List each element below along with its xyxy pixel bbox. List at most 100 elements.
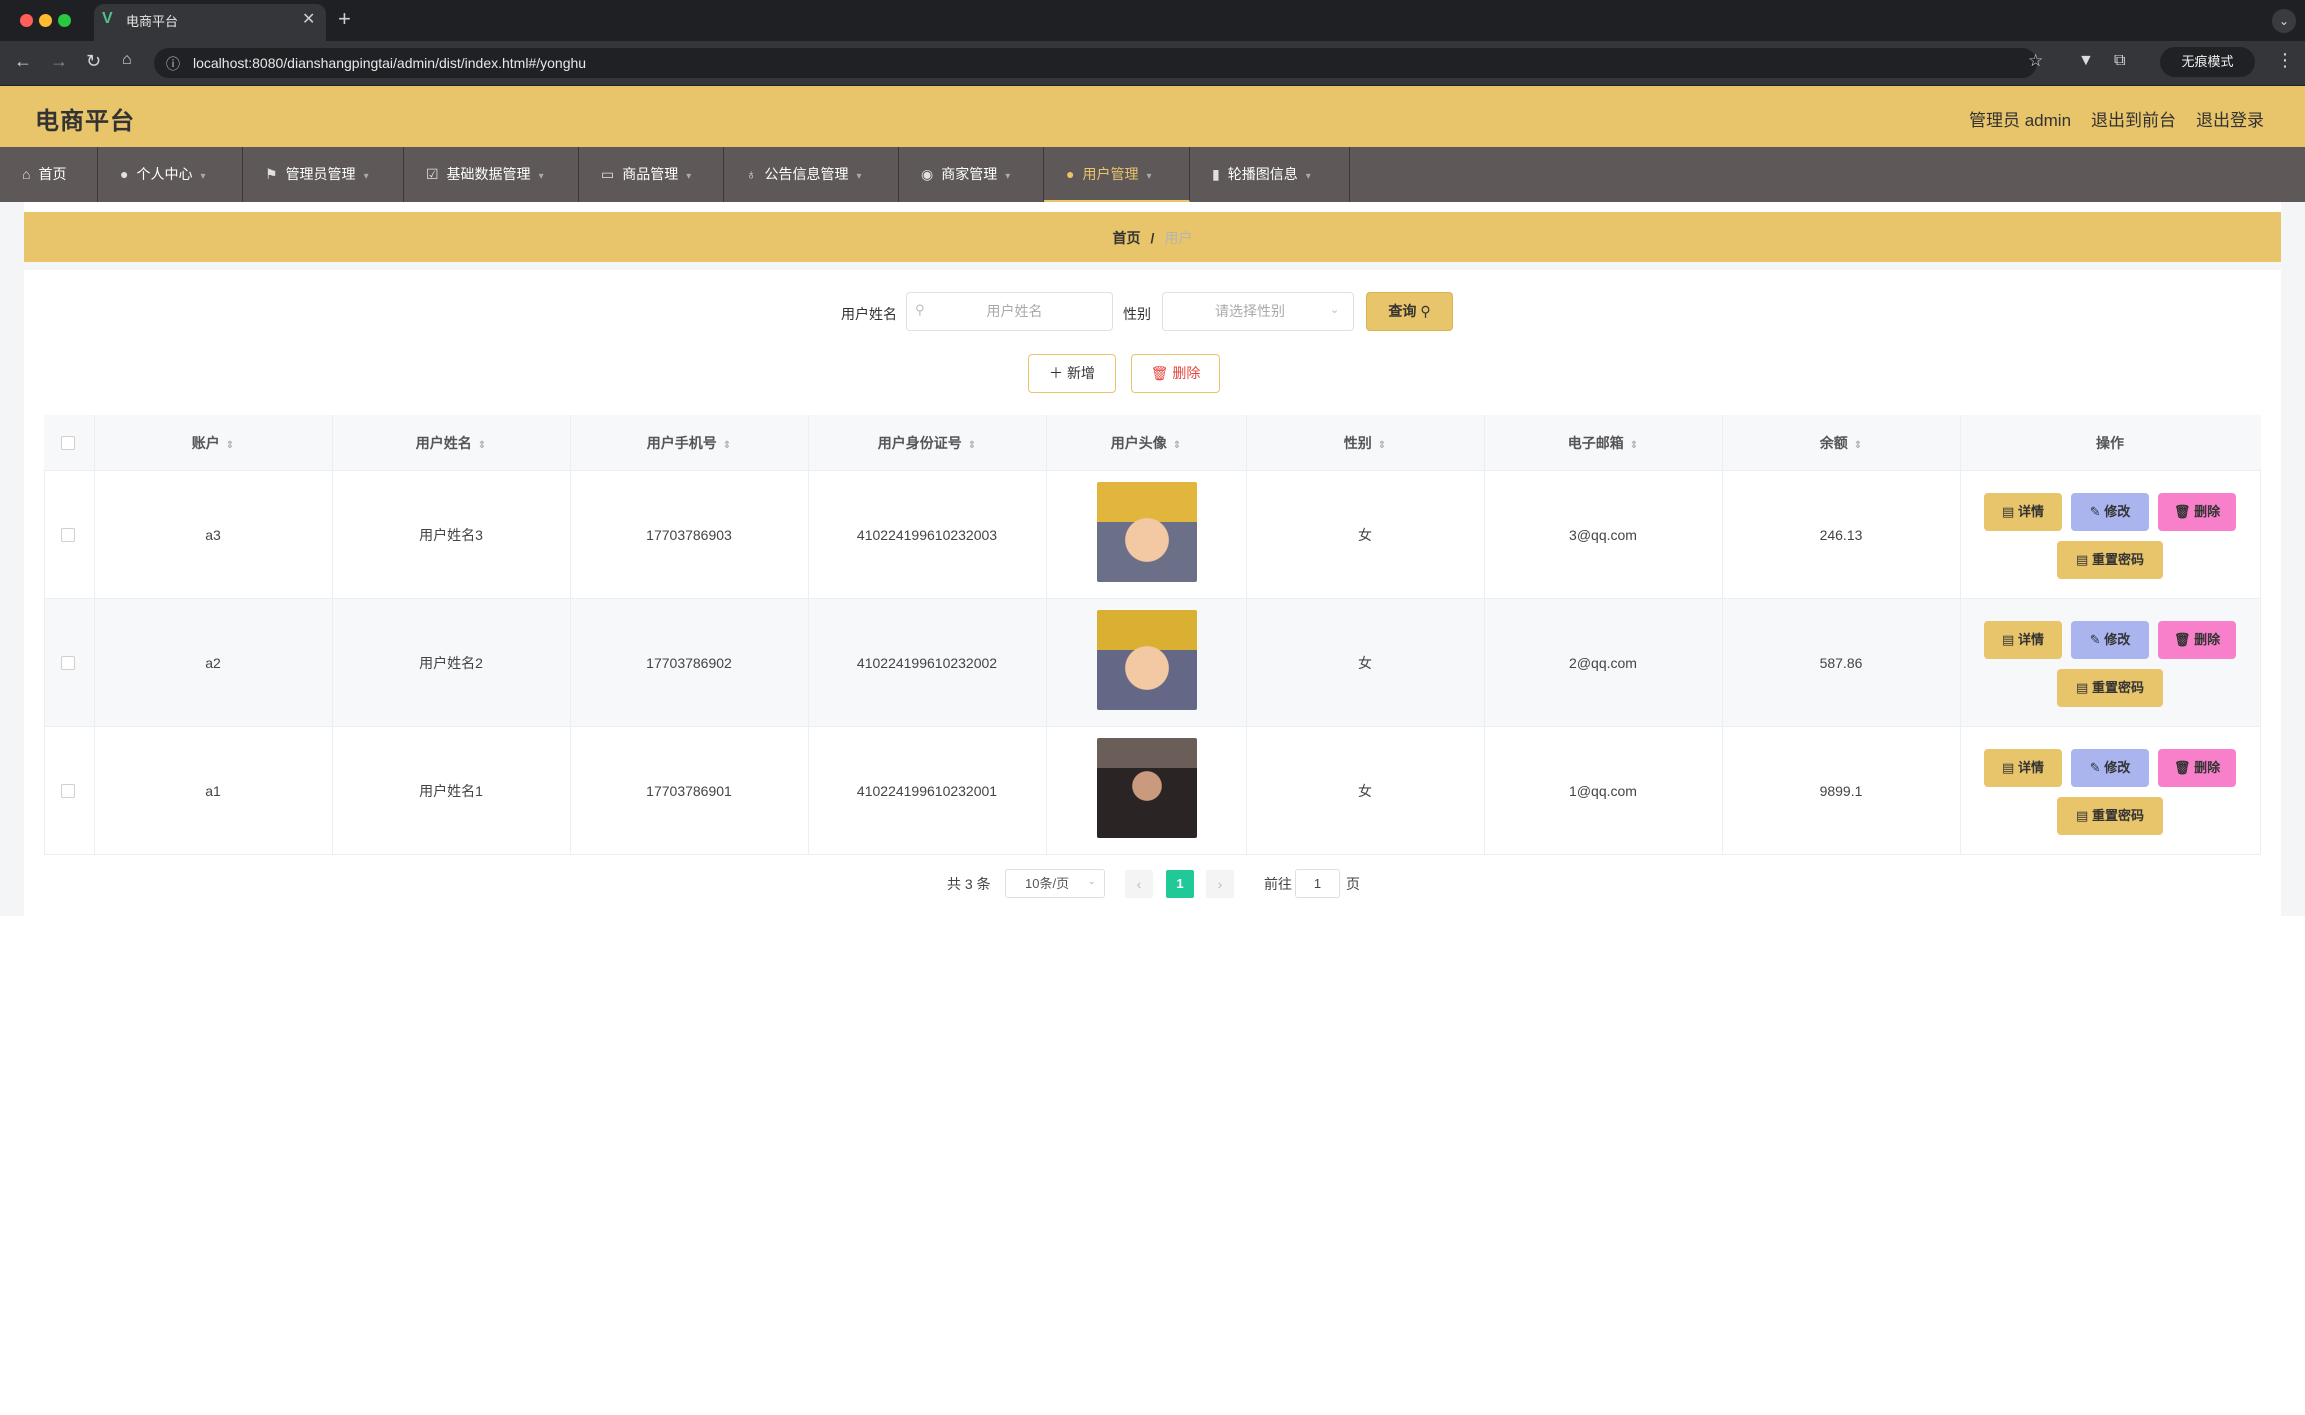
vue-devtools-icon[interactable]: ▼	[2078, 52, 2094, 70]
nav-item-admin-management[interactable]: ⚑ 管理员管理 ▾	[243, 147, 404, 202]
document-icon: ▤	[2076, 680, 2089, 695]
sort-icon[interactable]: ⇕	[968, 440, 976, 451]
th-sex[interactable]: 性别 ⇕	[1246, 415, 1484, 471]
cell-account: a2	[205, 655, 221, 671]
add-button[interactable]: ＋ 新增	[1028, 354, 1116, 393]
th-account[interactable]: 账户 ⇕	[94, 415, 332, 471]
delete-button[interactable]: 🗑 删除	[2158, 749, 2236, 787]
delete-button[interactable]: 🗑 删除	[2158, 493, 2236, 531]
row-checkbox[interactable]	[61, 656, 75, 670]
exit-to-front-link[interactable]: 退出到前台	[2091, 106, 2176, 131]
edit-button[interactable]: ✎ 修改	[2071, 749, 2149, 787]
th-balance[interactable]: 余额 ⇕	[1722, 415, 1960, 471]
tab-close-icon[interactable]: ✕	[302, 9, 315, 29]
th-phone[interactable]: 用户手机号 ⇕	[570, 415, 808, 471]
app-title: 电商平台	[35, 108, 135, 135]
column-divider	[332, 415, 333, 855]
th-label: 账户	[191, 435, 220, 451]
window-close-control[interactable]	[20, 14, 33, 27]
column-divider	[808, 415, 809, 855]
checkbox-icon: ☑	[426, 166, 439, 182]
incognito-badge[interactable]: 无痕模式	[2160, 47, 2255, 77]
home-page-icon[interactable]: ⌂	[122, 51, 132, 69]
browser-tab-title: 电商平台	[126, 14, 179, 29]
chevron-down-icon: ▾	[686, 171, 692, 182]
sort-icon[interactable]: ⇕	[226, 440, 234, 451]
sort-icon[interactable]: ⇕	[1378, 440, 1386, 451]
chevron-down-icon: ▾	[1005, 171, 1011, 182]
chevron-down-icon: ⌄	[1088, 876, 1096, 886]
nav-item-personal-center[interactable]: ● 个人中心 ▾	[98, 147, 243, 202]
forward-icon[interactable]: →	[50, 51, 68, 72]
tab-search-chevron-icon[interactable]: ⌄	[2272, 9, 2296, 33]
window-zoom-control[interactable]	[58, 14, 71, 27]
avatar[interactable]	[1097, 482, 1197, 582]
extensions-icon[interactable]: ⧉	[2114, 52, 2125, 70]
delete-label: 删除	[2194, 760, 2221, 775]
detail-button[interactable]: ▤ 详情	[1984, 493, 2062, 531]
prev-page-button[interactable]: ‹	[1125, 870, 1153, 898]
edit-button[interactable]: ✎ 修改	[2071, 621, 2149, 659]
nav-item-user-management[interactable]: ● 用户管理 ▾	[1044, 147, 1190, 202]
column-divider	[1484, 415, 1485, 855]
back-icon[interactable]: ←	[14, 51, 32, 72]
batch-delete-button[interactable]: 🗑 删除	[1131, 354, 1220, 393]
next-page-button[interactable]: ›	[1206, 870, 1234, 898]
chevron-down-icon: ▾	[538, 171, 544, 182]
document-icon: ▤	[2002, 504, 2015, 519]
th-label: 用户手机号	[646, 435, 717, 451]
th-name[interactable]: 用户姓名 ⇕	[332, 415, 570, 471]
detail-label: 详情	[2017, 760, 2044, 775]
avatar[interactable]	[1097, 738, 1197, 838]
address-url[interactable]: localhost:8080/dianshangpingtai/admin/di…	[193, 55, 586, 71]
reset-password-button[interactable]: ▤ 重置密码	[2057, 669, 2163, 707]
nav-item-home[interactable]: ⌂ 首页	[0, 147, 98, 202]
page-number-button[interactable]: 1	[1166, 870, 1194, 898]
sort-icon[interactable]: ⇕	[1630, 440, 1638, 451]
cell-email: 2@qq.com	[1569, 655, 1637, 671]
sex-select[interactable]: 请选择性别	[1162, 292, 1354, 331]
detail-label: 详情	[2017, 504, 2044, 519]
nav-item-goods[interactable]: ▭ 商品管理 ▾	[579, 147, 724, 202]
detail-button[interactable]: ▤ 详情	[1984, 749, 2062, 787]
logout-link[interactable]: 退出登录	[2196, 106, 2264, 131]
plus-icon: ＋	[1049, 365, 1064, 381]
goto-page-input[interactable]: 1	[1295, 869, 1340, 898]
row-checkbox[interactable]	[61, 528, 75, 542]
nav-item-notice[interactable]: ♁ 公告信息管理 ▾	[724, 147, 899, 202]
sort-icon[interactable]: ⇕	[1854, 440, 1862, 451]
new-tab-icon[interactable]: +	[338, 6, 351, 32]
reset-password-button[interactable]: ▤ 重置密码	[2057, 541, 2163, 579]
reset-password-button[interactable]: ▤ 重置密码	[2057, 797, 2163, 835]
cell-balance: 246.13	[1819, 527, 1863, 543]
query-button[interactable]: 查询 ⚲	[1366, 292, 1453, 331]
th-avatar[interactable]: 用户头像 ⇕	[1046, 415, 1246, 471]
delete-button[interactable]: 🗑 删除	[2158, 621, 2236, 659]
home-icon: ⌂	[22, 166, 31, 182]
nav-item-base-data[interactable]: ☑ 基础数据管理 ▾	[404, 147, 579, 202]
sort-icon[interactable]: ⇕	[478, 440, 486, 451]
select-all-checkbox[interactable]	[61, 436, 75, 450]
nav-item-merchant[interactable]: ◉ 商家管理 ▾	[899, 147, 1044, 202]
th-email[interactable]: 电子邮箱 ⇕	[1484, 415, 1722, 471]
browser-menu-icon[interactable]: ⋮	[2276, 50, 2294, 71]
breadcrumb-home[interactable]: 首页	[1113, 230, 1141, 246]
edit-button[interactable]: ✎ 修改	[2071, 493, 2149, 531]
sort-icon[interactable]: ⇕	[723, 440, 731, 451]
th-id-card[interactable]: 用户身份证号 ⇕	[808, 415, 1046, 471]
sort-icon[interactable]: ⇕	[1173, 440, 1181, 451]
row-checkbox[interactable]	[61, 784, 75, 798]
cell-sex: 女	[1358, 783, 1372, 799]
reload-icon[interactable]: ↻	[86, 51, 101, 72]
th-label: 用户身份证号	[877, 435, 962, 451]
site-info-icon[interactable]: ⓘ	[166, 54, 180, 74]
avatar[interactable]	[1097, 610, 1197, 710]
cell-sex: 女	[1358, 527, 1372, 543]
bookmark-star-icon[interactable]: ☆	[2028, 51, 2043, 71]
cell-phone: 17703786902	[646, 655, 732, 671]
name-search-input[interactable]: 用户姓名	[906, 292, 1113, 331]
nav-item-carousel[interactable]: ▮ 轮播图信息 ▾	[1190, 147, 1350, 202]
detail-button[interactable]: ▤ 详情	[1984, 621, 2062, 659]
chart-icon: ▮	[1212, 166, 1220, 182]
window-minimize-control[interactable]	[39, 14, 52, 27]
